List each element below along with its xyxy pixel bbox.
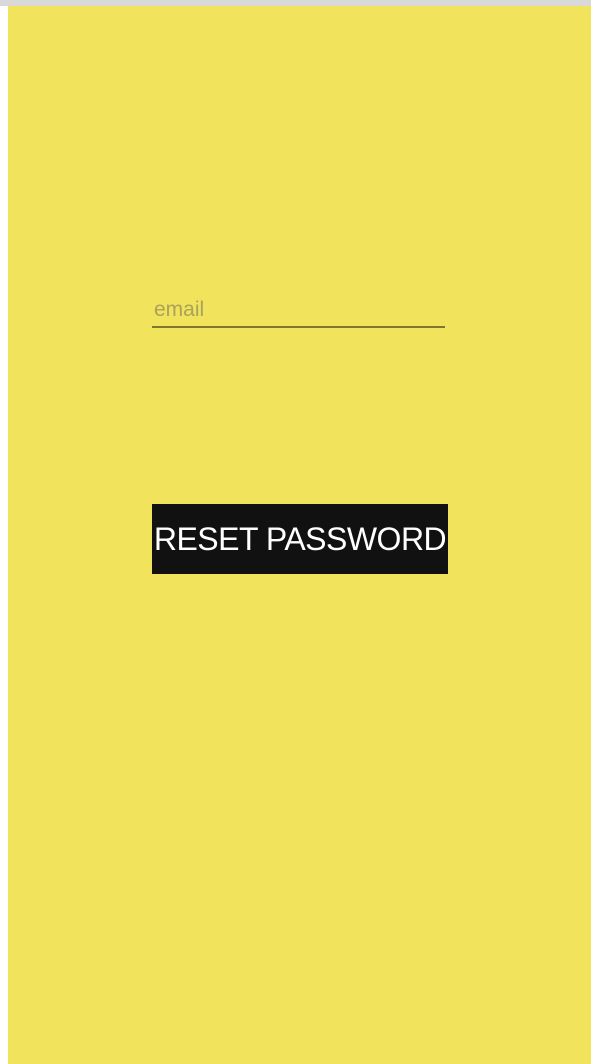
email-field[interactable] bbox=[152, 294, 445, 328]
app-frame: RESET PASSWORD bbox=[0, 0, 591, 1064]
reset-password-button[interactable]: RESET PASSWORD bbox=[152, 504, 448, 574]
reset-password-screen: RESET PASSWORD bbox=[8, 6, 591, 1064]
